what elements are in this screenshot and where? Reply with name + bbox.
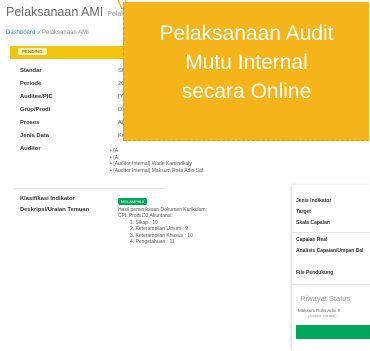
breadcrumb-current: Pelaksanaan AMI — [42, 30, 89, 36]
person-name: Maksum Rolis Adin S — [298, 308, 341, 313]
auditor-item: • (Auditor Internal) Maksum Rolis Adin S… — [110, 167, 204, 174]
callout-line-2: Mutu Internal — [185, 51, 308, 74]
label-analisis: Analisis Capaian/Umpan Bal — [296, 248, 364, 254]
divider — [292, 284, 370, 285]
label-skala-capaian: Skala Capaian — [296, 220, 330, 226]
breadcrumb-dashboard[interactable]: Dashboard — [6, 30, 35, 36]
callout-line-3: secara Online — [181, 80, 312, 103]
divider — [14, 188, 164, 189]
label-file-pendukung: File Pendukung — [296, 270, 334, 276]
auditor-item: • (Auditor Internal) Wade Kamindkaly — [110, 161, 192, 167]
auditor-list: • (A • (A • (Auditor Internal) Wade Kami… — [110, 148, 203, 174]
riwayat-status-title: : Riwayat Status — [296, 294, 351, 303]
klasifikasi-badge: MELAMPAUI — [118, 198, 148, 205]
status-action-button[interactable] — [296, 325, 370, 339]
deskripsi-text: Hasil pemeriksaan Dokumen Kurikulum: CPL… — [118, 207, 207, 246]
status-badge: PENDING — [18, 48, 47, 55]
person-role: (Auditor Internal) — [308, 313, 337, 318]
breadcrumb: Dashboard » Pelaksanaan AMI — [6, 30, 89, 36]
title-callout: Pelaksanaan Audit Mutu Internal secara O… — [123, 2, 369, 141]
label-jenis-indikator: Jenis Indikator — [296, 198, 332, 204]
status-person: Maksum Rolis Adin S (Auditor Internal) — [298, 308, 341, 319]
callout-line-1: Pelaksanaan Audit — [159, 22, 334, 45]
divider — [292, 232, 370, 233]
label-capaian-real: Capaian Real — [296, 237, 328, 243]
label-target: Target — [296, 209, 311, 215]
